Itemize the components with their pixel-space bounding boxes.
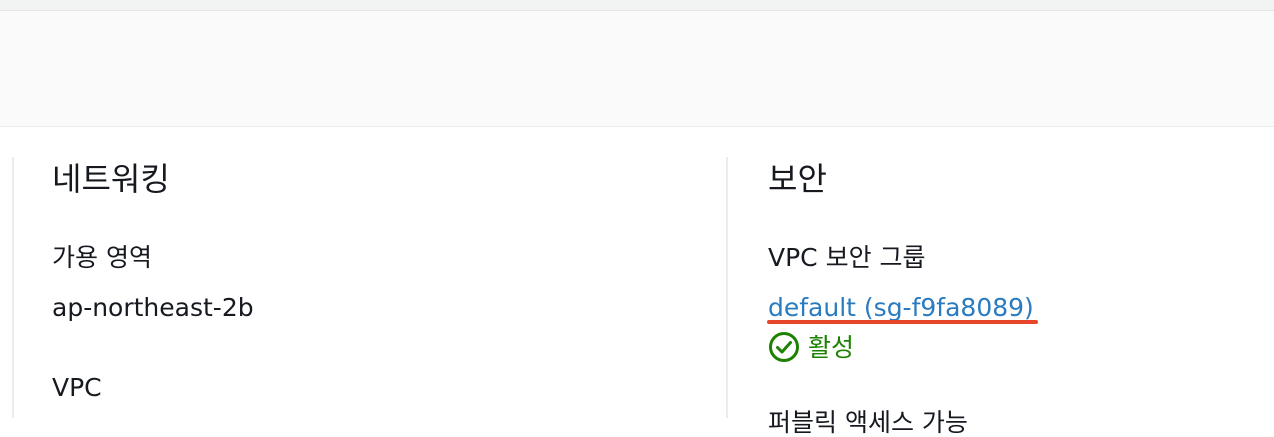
left-column-border	[12, 157, 14, 418]
top-strip	[0, 0, 1274, 11]
networking-section-title: 네트워킹	[52, 160, 170, 198]
check-circle-icon	[768, 331, 800, 363]
status-text: 활성	[808, 332, 855, 362]
security-group-link[interactable]: default (sg-f9fa8089)	[768, 295, 1034, 320]
header-band	[0, 11, 1274, 127]
security-group-status: 활성	[768, 331, 854, 363]
security-section-title: 보안	[768, 160, 827, 198]
vpc-label: VPC	[52, 373, 102, 402]
vpc-security-group-label: VPC 보안 그룹	[768, 243, 926, 272]
column-divider	[726, 157, 728, 418]
public-access-label-partial: 퍼블릭 액세스 가능	[768, 408, 968, 437]
highlight-underline	[767, 320, 1038, 324]
details-panel: 네트워킹 가용 영역 ap-northeast-2b VPC 보안 VPC 보안…	[0, 127, 1274, 435]
availability-zone-label: 가용 영역	[52, 243, 152, 272]
availability-zone-value: ap-northeast-2b	[52, 293, 254, 322]
